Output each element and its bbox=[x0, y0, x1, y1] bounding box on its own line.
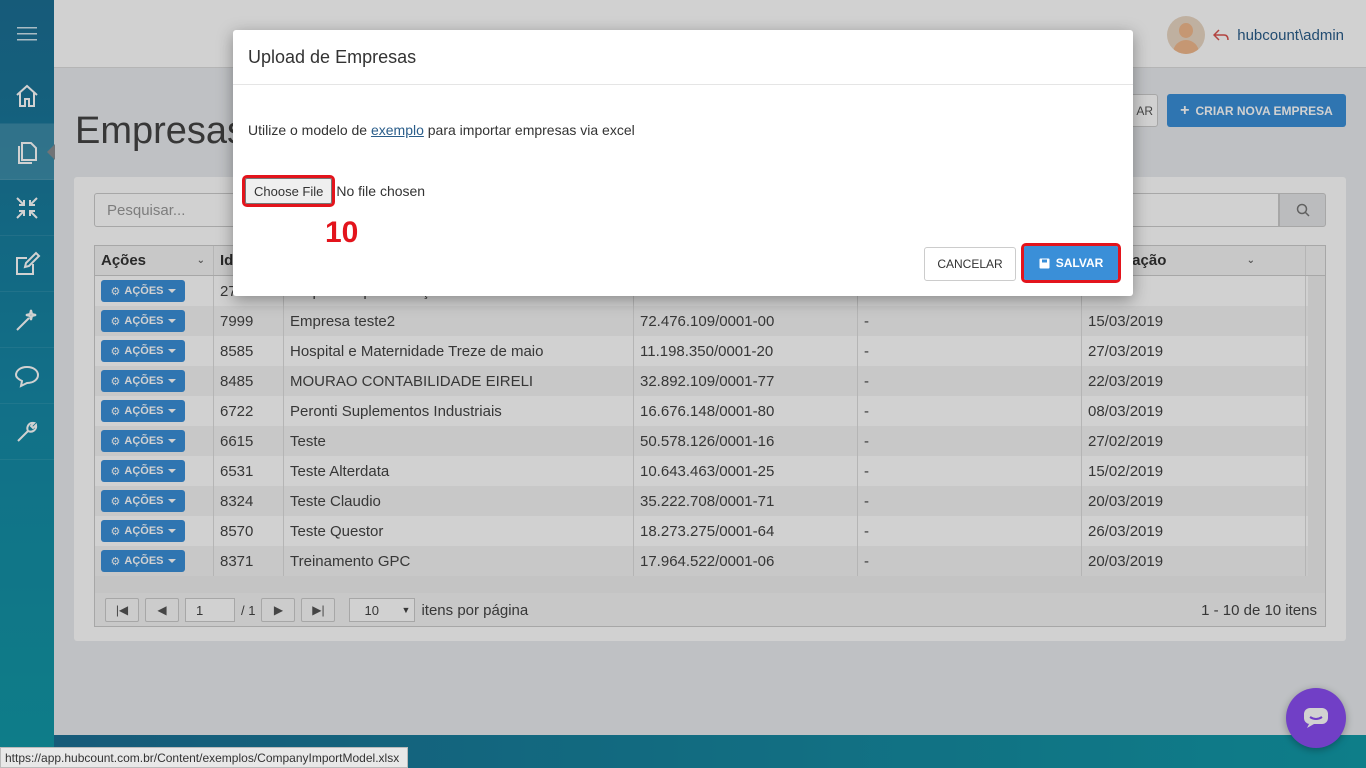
cancel-button[interactable]: CANCELAR bbox=[924, 247, 1016, 281]
instructions-suffix: para importar empresas via excel bbox=[427, 122, 635, 138]
save-icon bbox=[1039, 258, 1050, 268]
no-file-label: No file chosen bbox=[336, 183, 426, 199]
step-number: 10 bbox=[325, 216, 359, 249]
status-url: https://app.hubcount.com.br/Content/exem… bbox=[0, 747, 409, 768]
choose-file-button[interactable]: Choose File bbox=[241, 175, 336, 207]
modal-title: Upload de Empresas bbox=[233, 30, 1133, 85]
save-label: SALVAR bbox=[1055, 256, 1104, 270]
modal-instructions: Utilize o modelo de exemplo para importa… bbox=[248, 122, 635, 138]
example-link[interactable]: exemplo bbox=[371, 122, 424, 138]
save-button[interactable]: SALVAR bbox=[1021, 243, 1121, 283]
instructions-prefix: Utilize o modelo de bbox=[248, 122, 368, 138]
upload-modal: Upload de Empresas Utilize o modelo de e… bbox=[233, 30, 1133, 296]
file-input: Choose File No file chosen bbox=[241, 175, 426, 207]
